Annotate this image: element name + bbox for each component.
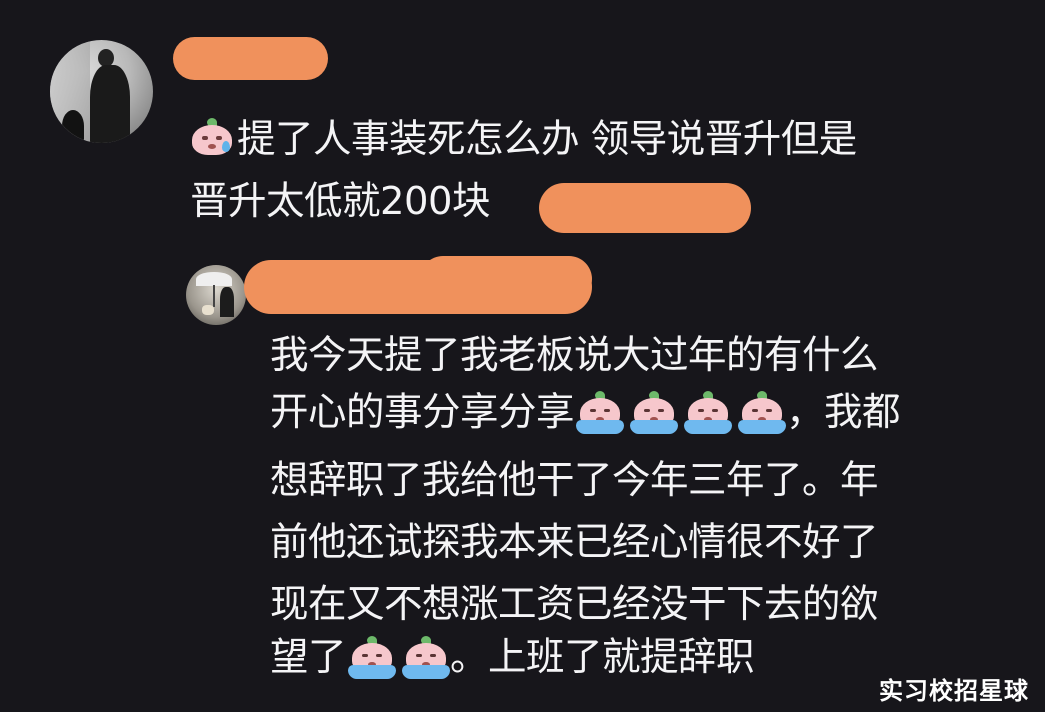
crying-face-emoji — [738, 390, 787, 436]
avatar-umbrella-pole — [213, 285, 215, 307]
comment-line-1: 提了人事装死怎么办 领导说晋升但是 — [188, 117, 857, 163]
reply-text: 想辞职了我给他干了今年三年了。年 — [270, 458, 879, 503]
reply-text: ，我都 — [786, 389, 901, 435]
comment-text: 提了人事装死怎么办 领导说晋升但是 — [237, 116, 857, 162]
reply-line-2: 开心的事分享分享 ，我都 — [270, 389, 901, 436]
crying-face-emoji — [576, 390, 625, 436]
avatar-cat — [62, 110, 84, 142]
redacted-username[interactable] — [173, 37, 328, 80]
reply-text: 我今天提了我老板说大过年的有什么 — [270, 333, 879, 378]
avatar-replier[interactable] — [186, 265, 246, 325]
redacted-username[interactable] — [244, 260, 592, 314]
reply-text: 望了 — [270, 634, 347, 680]
crying-face-emoji — [348, 635, 397, 681]
crying-face-emoji — [630, 390, 679, 436]
redacted-text — [539, 183, 751, 233]
reply-text: 现在又不想涨工资已经没干下去的欲 — [270, 582, 879, 627]
avatar-umbrella — [196, 272, 232, 286]
avatar-commenter[interactable] — [50, 40, 153, 143]
watermark: 实习校招星球 — [879, 677, 1029, 705]
reply-text: 前他还试探我本来已经心情很不好了 — [270, 520, 879, 565]
crying-face-emoji — [684, 390, 733, 436]
crying-face-emoji — [402, 635, 451, 681]
avatar-dog — [202, 305, 214, 315]
reply-line-7: 望了 。上班了就提辞职 — [270, 634, 755, 681]
reply-text: 。上班了就提辞职 — [450, 634, 755, 680]
avatar-person — [220, 287, 234, 317]
avatar-body — [90, 65, 130, 143]
comment-text: 晋升太低就200块 — [190, 179, 491, 224]
reply-text: 开心的事分享分享 — [270, 389, 575, 435]
sweat-face-emoji — [188, 117, 236, 163]
